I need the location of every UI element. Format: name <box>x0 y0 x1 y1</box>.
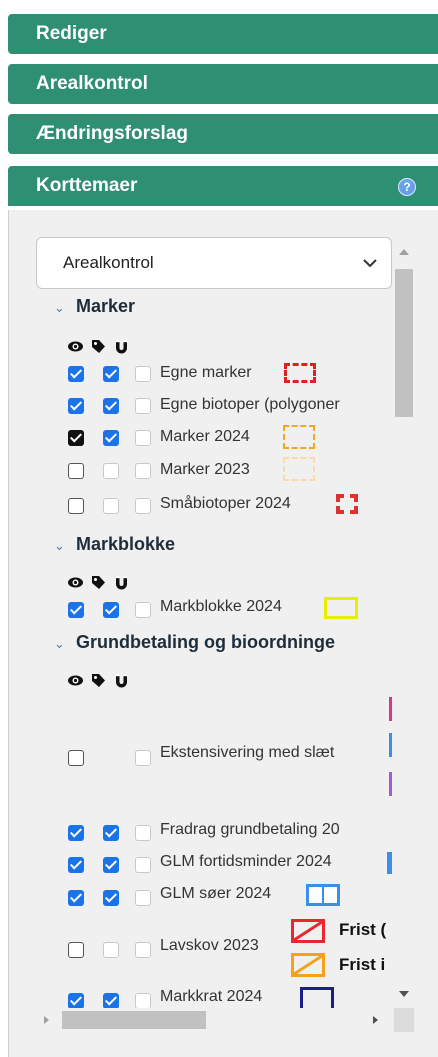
tag-icon <box>90 338 107 355</box>
layer-label: Småbiotoper 2024 <box>160 495 291 512</box>
layer-swatch <box>283 425 315 449</box>
group-title: Markblokke <box>76 534 176 554</box>
column-icons <box>67 572 130 592</box>
theme-select[interactable]: Arealkontrol <box>36 237 392 289</box>
label-checkbox[interactable] <box>103 498 119 514</box>
tag-icon <box>90 672 107 689</box>
label-checkbox[interactable] <box>103 398 119 414</box>
chevron-down-icon: ⌄ <box>54 300 65 315</box>
visibility-checkbox[interactable] <box>68 366 84 382</box>
vertical-scrollbar[interactable] <box>394 238 414 1008</box>
layer-label: Egne biotoper (polygoner <box>160 396 340 413</box>
snap-checkbox[interactable] <box>135 857 151 873</box>
help-icon[interactable]: ? <box>398 178 416 196</box>
label-checkbox[interactable] <box>103 942 119 958</box>
snap-checkbox[interactable] <box>135 366 151 382</box>
layer-swatch <box>306 884 340 906</box>
layer-label: Fradrag grundbetaling 20 <box>160 821 340 838</box>
panel-korttemaer[interactable]: Korttemaer ? <box>8 166 438 206</box>
layer-label: Marker 2023 <box>160 461 250 478</box>
magnet-icon <box>113 574 130 591</box>
layer-swatch <box>284 363 316 383</box>
eye-icon <box>67 672 84 689</box>
theme-select-value: Arealkontrol <box>63 253 154 272</box>
panel-label: Rediger <box>36 23 107 44</box>
horizontal-scrollbar[interactable] <box>40 1008 392 1032</box>
layer-swatch <box>389 733 392 757</box>
snap-checkbox[interactable] <box>135 825 151 841</box>
legend-swatch-red <box>291 919 325 943</box>
label-checkbox[interactable] <box>103 825 119 841</box>
layer-swatch <box>389 772 392 796</box>
group-header-markblokke[interactable]: ⌄ Markblokke <box>54 534 175 555</box>
label-checkbox[interactable] <box>103 857 119 873</box>
label-checkbox[interactable] <box>103 430 119 446</box>
panel-arealkontrol[interactable]: Arealkontrol <box>8 64 438 104</box>
group-header-marker[interactable]: ⌄ Marker <box>54 296 135 317</box>
layer-swatch <box>389 697 392 721</box>
magnet-icon <box>113 672 130 689</box>
panel-rediger[interactable]: Rediger <box>8 14 438 54</box>
visibility-checkbox[interactable] <box>68 463 84 479</box>
layer-swatch <box>387 852 392 874</box>
group-header-grundbetaling[interactable]: ⌄ Grundbetaling og bioordninge <box>54 632 335 653</box>
panel-aendringsforslag[interactable]: Ændringsforslag <box>8 114 438 154</box>
legend-text: Frist ( <box>339 920 387 939</box>
visibility-checkbox[interactable] <box>68 430 84 446</box>
group-title: Grundbetaling og bioordninge <box>76 632 335 652</box>
visibility-checkbox[interactable] <box>68 942 84 958</box>
visibility-checkbox[interactable] <box>68 398 84 414</box>
visibility-checkbox[interactable] <box>68 498 84 514</box>
group-title: Marker <box>76 296 136 316</box>
panel-label: Korttemaer <box>36 175 138 196</box>
eye-icon <box>67 338 84 355</box>
layer-swatch <box>300 987 334 1008</box>
visibility-checkbox[interactable] <box>68 602 84 618</box>
snap-checkbox[interactable] <box>135 602 151 618</box>
visibility-checkbox[interactable] <box>68 750 84 766</box>
snap-checkbox[interactable] <box>135 993 151 1008</box>
snap-checkbox[interactable] <box>135 750 151 766</box>
snap-checkbox[interactable] <box>135 890 151 906</box>
eye-icon <box>67 574 84 591</box>
snap-checkbox[interactable] <box>135 463 151 479</box>
snap-checkbox[interactable] <box>135 942 151 958</box>
snap-checkbox[interactable] <box>135 430 151 446</box>
label-checkbox[interactable] <box>103 993 119 1008</box>
label-checkbox[interactable] <box>103 366 119 382</box>
chevron-down-icon <box>363 252 377 273</box>
scrollbar-corner <box>394 1008 414 1032</box>
column-icons <box>67 670 130 690</box>
visibility-checkbox[interactable] <box>68 857 84 873</box>
layer-label: Ekstensivering med slæt <box>160 744 335 761</box>
tag-icon <box>90 574 107 591</box>
label-checkbox[interactable] <box>103 602 119 618</box>
visibility-checkbox[interactable] <box>68 993 84 1008</box>
layer-label: Lavskov 2023 <box>160 937 259 954</box>
visibility-checkbox[interactable] <box>68 890 84 906</box>
panel-label: Arealkontrol <box>36 73 148 94</box>
layer-label: Markblokke 2024 <box>160 598 282 615</box>
layer-swatch <box>324 597 358 619</box>
layer-label: GLM søer 2024 <box>160 885 272 902</box>
panel-label: Ændringsforslag <box>36 123 189 144</box>
chevron-down-icon: ⌄ <box>54 538 65 553</box>
layer-label: GLM fortidsminder 2024 <box>160 853 332 870</box>
visibility-checkbox[interactable] <box>68 825 84 841</box>
layer-label: Markkrat 2024 <box>160 988 263 1005</box>
label-checkbox[interactable] <box>103 463 119 479</box>
magnet-icon <box>113 338 130 355</box>
clipped-row: Markkrat 2024 <box>0 980 394 1008</box>
legend-text: Frist i <box>339 955 386 974</box>
layer-swatch <box>336 494 358 514</box>
snap-checkbox[interactable] <box>135 398 151 414</box>
layer-label: Marker 2024 <box>160 428 250 445</box>
label-checkbox[interactable] <box>103 890 119 906</box>
layer-swatch <box>283 457 315 481</box>
chevron-down-icon: ⌄ <box>54 636 65 651</box>
legend-swatch-orange <box>291 953 325 977</box>
column-icons <box>67 336 130 356</box>
layer-label: Egne marker <box>160 364 252 381</box>
snap-checkbox[interactable] <box>135 498 151 514</box>
